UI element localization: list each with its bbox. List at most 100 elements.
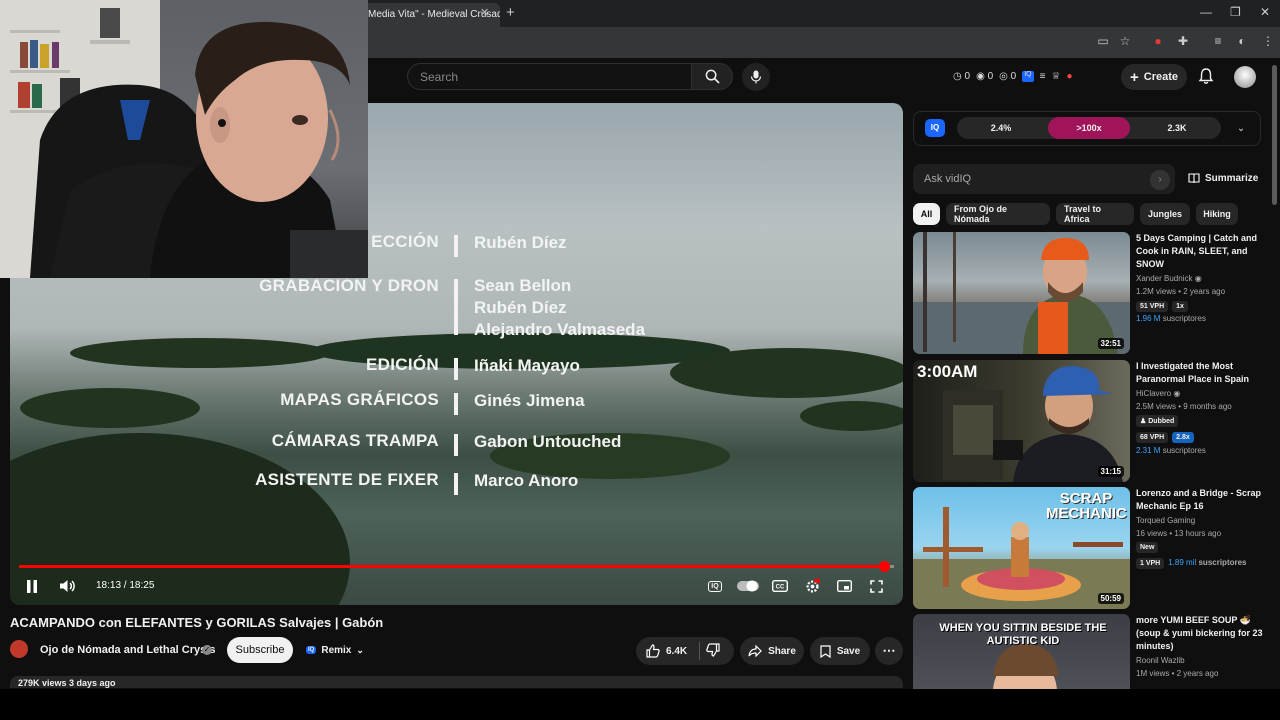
- multiplier-tag: 2.8x: [1172, 432, 1194, 443]
- channel-name[interactable]: Ojo de Nómada and Lethal Crysis: [40, 644, 215, 656]
- rec-tags: 1 VPH 1.89 mil suscriptores: [1136, 558, 1247, 569]
- video-duration: 31:15: [1097, 466, 1124, 477]
- summarize-label: Summarize: [1205, 173, 1259, 184]
- star-icon[interactable]: ☆: [1117, 34, 1133, 48]
- subscribe-button[interactable]: Subscribe: [227, 637, 293, 663]
- media-icon[interactable]: ≡: [1210, 34, 1226, 48]
- vidiq-icon: IQ: [708, 580, 722, 592]
- share-label: Share: [768, 645, 796, 657]
- rec-channel[interactable]: HiClavero ◉: [1136, 388, 1180, 400]
- gear-icon: [806, 578, 820, 592]
- autoplay-toggle[interactable]: [736, 577, 760, 595]
- credit-name: Rubén Díez: [474, 298, 567, 317]
- list-icon[interactable]: ≡: [1040, 71, 1046, 82]
- views-line[interactable]: 279K views 3 days ago: [10, 676, 903, 688]
- book-icon: [1188, 173, 1200, 184]
- ask-vidiq-input[interactable]: Ask vidIQ: [913, 164, 1175, 194]
- avatar[interactable]: [1234, 66, 1256, 88]
- rec-channel[interactable]: Xander Budnick ◉: [1136, 273, 1202, 285]
- rec-title[interactable]: 5 Days Camping | Catch and Cook in RAIN,…: [1136, 232, 1264, 271]
- vidiq-header-icon[interactable]: IQ: [1022, 71, 1034, 82]
- like-count: 6.4K: [666, 645, 688, 657]
- captions-button[interactable]: CC: [770, 577, 790, 595]
- credit-divider: [454, 393, 458, 415]
- chip-hiking[interactable]: Hiking: [1196, 203, 1238, 225]
- like-button[interactable]: 6.4K: [646, 644, 687, 658]
- video-thumbnail[interactable]: 3:00AM 31:15: [913, 360, 1130, 482]
- browser-tab[interactable]: Media Vita" - Medieval Crusad: [360, 3, 500, 27]
- header-stats: ◷ 0 ◉ 0 ◎ 0 IQ ≡ ♕ ●: [953, 71, 1072, 82]
- puzzle-icon[interactable]: ✚: [1175, 34, 1191, 48]
- vph-tag: 51 VPH: [1136, 301, 1169, 312]
- recommendation-item[interactable]: 32:51 5 Days Camping | Catch and Cook in…: [913, 232, 1265, 354]
- recommendation-item[interactable]: 3:00AM 31:15 I Investigated the Most Par…: [913, 360, 1265, 482]
- chip-jungles[interactable]: Jungles: [1140, 203, 1190, 225]
- fullscreen-icon: [869, 579, 883, 593]
- webcam-illustration: [0, 0, 368, 278]
- progress-scrubber[interactable]: [879, 561, 890, 572]
- video-thumbnail[interactable]: 32:51: [913, 232, 1130, 354]
- vidiq-player-button[interactable]: IQ: [706, 577, 724, 595]
- subscriber-count: 2.31 M suscriptores: [1136, 446, 1206, 455]
- chip-from-channel[interactable]: From Ojo de Nómada: [946, 203, 1050, 225]
- chip-all[interactable]: All: [913, 203, 940, 225]
- vidiq-logo[interactable]: IQ: [925, 119, 945, 137]
- rec-channel[interactable]: Torqued Gaming: [1136, 515, 1195, 527]
- close-icon[interactable]: ✕: [480, 6, 489, 19]
- recommendation-item[interactable]: SCRAP MECHANIC 50:59 Lorenzo and a Bridg…: [913, 487, 1265, 609]
- recommendation-item[interactable]: WHEN YOU SITTIN BESIDE THE AUTISTIC KID …: [913, 614, 1265, 720]
- summarize-button[interactable]: Summarize: [1188, 173, 1258, 184]
- voice-search-button[interactable]: [742, 63, 770, 91]
- notification-dot-icon[interactable]: ●: [1066, 71, 1072, 82]
- video-thumbnail[interactable]: SCRAP MECHANIC 50:59: [913, 487, 1130, 609]
- dislike-button[interactable]: [706, 642, 720, 660]
- rec-tags: 68 VPH 2.8x: [1136, 432, 1194, 443]
- scrollbar[interactable]: [1272, 65, 1277, 205]
- extension-red-icon[interactable]: ●: [1150, 34, 1166, 48]
- remix-button[interactable]: IQ Remix ⌄: [300, 638, 370, 662]
- multiplier-tag: 1x: [1172, 301, 1188, 312]
- menu-dots-icon[interactable]: ⋮: [1260, 34, 1276, 48]
- create-label: Create: [1143, 71, 1178, 83]
- share-button[interactable]: Share: [740, 637, 804, 665]
- dubbed-badge: ♟ Dubbed: [1136, 415, 1179, 427]
- rec-meta: 1M views • 2 years ago: [1136, 669, 1219, 678]
- minimize-icon[interactable]: —: [1200, 5, 1212, 19]
- credit-role: MAPAS GRÁFICOS: [280, 390, 439, 409]
- credit-role: GRABACIÓN Y DRON: [259, 276, 439, 295]
- vidiq-stat-outlier: >100x: [1048, 117, 1130, 139]
- cast-icon[interactable]: ▭: [1095, 34, 1111, 48]
- profile-icon[interactable]: ◐: [1234, 34, 1250, 48]
- eye-off-stat: ◎ 0: [999, 71, 1017, 82]
- channel-avatar[interactable]: [10, 640, 28, 658]
- new-badge: New: [1136, 542, 1159, 553]
- miniplayer-button[interactable]: [834, 577, 854, 595]
- chevron-right-icon[interactable]: ›: [1150, 170, 1170, 190]
- create-button[interactable]: + Create: [1121, 64, 1187, 90]
- pause-button[interactable]: [22, 577, 42, 595]
- settings-button[interactable]: [802, 577, 822, 595]
- more-dots-icon: ⋯: [882, 643, 896, 658]
- credit-name: Alejandro Valmaseda: [474, 320, 646, 339]
- more-actions-button[interactable]: ⋯: [875, 637, 903, 665]
- trophy-icon[interactable]: ♕: [1051, 71, 1060, 82]
- rec-channel[interactable]: Roonil Wazlib: [1136, 655, 1185, 667]
- search-input[interactable]: Search: [407, 63, 691, 90]
- close-window-icon[interactable]: ✕: [1260, 5, 1270, 19]
- rec-title[interactable]: more YUMI BEEF SOUP 🍜 (soup & yumi bicke…: [1136, 614, 1264, 653]
- credit-divider: [454, 358, 458, 380]
- fullscreen-button[interactable]: [866, 577, 886, 595]
- rec-title[interactable]: I Investigated the Most Paranormal Place…: [1136, 360, 1264, 386]
- search-button[interactable]: [691, 63, 733, 90]
- chevron-down-icon: ⌄: [356, 644, 364, 655]
- credit-divider: [454, 473, 458, 495]
- vidiq-icon: IQ: [306, 646, 317, 654]
- chip-travel-africa[interactable]: Travel to Africa: [1056, 203, 1134, 225]
- plus-icon[interactable]: +: [506, 4, 515, 21]
- bell-icon[interactable]: [1197, 67, 1215, 85]
- volume-button[interactable]: [56, 577, 78, 595]
- rec-title[interactable]: Lorenzo and a Bridge - Scrap Mechanic Ep…: [1136, 487, 1264, 513]
- chevron-down-icon[interactable]: ⌄: [1234, 117, 1248, 139]
- save-button[interactable]: Save: [810, 637, 870, 665]
- restore-icon[interactable]: ❐: [1230, 5, 1241, 19]
